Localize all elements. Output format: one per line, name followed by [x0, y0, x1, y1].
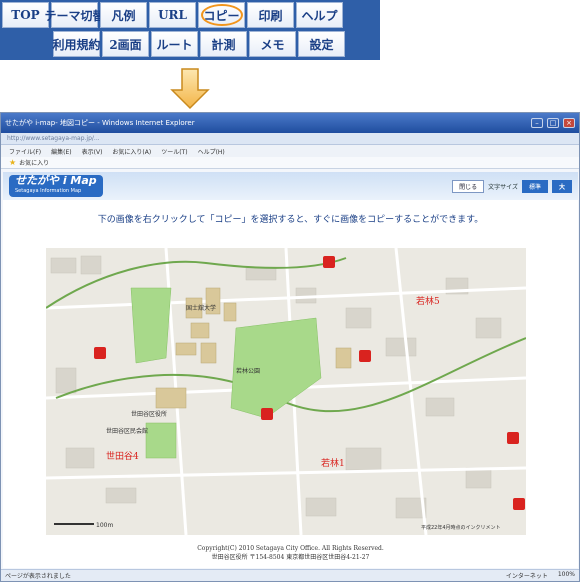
address-bar[interactable]: http://www.setagaya-map.jp/... — [1, 133, 579, 145]
web-page: せたがや i Map Setagaya Information Map 閉じる … — [3, 172, 578, 568]
map-note: 平成22年4月時点のインクリメント — [421, 524, 501, 531]
menu-tools[interactable]: ツール(T) — [161, 147, 187, 156]
menu-help[interactable]: ヘルプ(H) — [198, 147, 225, 156]
font-standard-button[interactable]: 標準 — [521, 179, 548, 193]
favorites-label[interactable]: お気に入り — [19, 158, 49, 167]
menu-edit[interactable]: 編集(E) — [51, 147, 71, 156]
browser-window: せたがや i-map- 地図コピー - Windows Internet Exp… — [0, 112, 580, 582]
menu-theme-button[interactable]: テーマ切替 — [45, 2, 105, 28]
header-controls: 閉じる 文字サイズ 標準 大 — [452, 179, 572, 193]
close-button[interactable]: 閉じる — [452, 179, 485, 193]
map-label-hall: 世田谷区民会館 — [106, 427, 148, 435]
menu-help-button[interactable]: ヘルプ — [296, 2, 343, 28]
menu-legend-button[interactable]: 凡例 — [100, 2, 147, 28]
font-large-button[interactable]: 大 — [551, 179, 572, 193]
map-label-kokushikan: 国士舘大学 — [186, 304, 216, 312]
font-size-label: 文字サイズ — [488, 183, 518, 191]
menu-print-button[interactable]: 印刷 — [247, 2, 294, 28]
logo-sub: Setagaya Information Map — [15, 188, 82, 194]
map-label-wakabayashi1: 若林1 — [321, 457, 345, 469]
browser-menubar: ファイル(F) 編集(E) 表示(V) お気に入り(A) ツール(T) ヘルプ(… — [1, 145, 579, 157]
menu-view[interactable]: 表示(V) — [82, 147, 103, 156]
site-footer: Copyright(C) 2010 Setagaya City Office. … — [3, 544, 578, 562]
menu-url-button[interactable]: URL — [149, 2, 196, 28]
scale-label: 100m — [96, 522, 113, 529]
copyright-text: Copyright(C) 2010 Setagaya City Office. … — [197, 545, 384, 552]
zoom-level[interactable]: 100% — [558, 571, 575, 580]
close-icon[interactable]: × — [563, 118, 575, 128]
menu-measure-button[interactable]: 計測 — [200, 31, 247, 57]
map-label-city-office: 世田谷区役所 — [131, 410, 167, 418]
down-arrow-icon — [170, 68, 210, 110]
favorites-bar: ★ お気に入り — [1, 157, 579, 169]
menu-settings-button[interactable]: 設定 — [298, 31, 345, 57]
menu-dual-screen-button[interactable]: 2画面 — [102, 31, 149, 57]
site-header: せたがや i Map Setagaya Information Map 閉じる … — [3, 172, 578, 200]
menu-row-2: 利用規約 2画面 ルート 計測 メモ 設定 — [53, 31, 345, 57]
menu-terms-button[interactable]: 利用規約 — [53, 31, 101, 57]
highlight-ring — [201, 4, 243, 26]
status-bar: ページが表示されました インターネット 100% — [1, 569, 579, 581]
menu-favorites[interactable]: お気に入り(A) — [112, 147, 151, 156]
window-title: せたがや i-map- 地図コピー - Windows Internet Exp… — [5, 119, 195, 127]
menu-route-button[interactable]: ルート — [151, 31, 198, 57]
minimize-icon[interactable]: – — [531, 118, 543, 128]
security-zone: インターネット — [505, 573, 548, 580]
status-right: インターネット 100% — [506, 571, 575, 580]
site-logo: せたがや i Map Setagaya Information Map — [9, 175, 103, 197]
menu-file[interactable]: ファイル(F) — [9, 147, 41, 156]
copy-instruction: 下の画像を右クリックして「コピー」を選択すると、すぐに画像をコピーすることができ… — [97, 215, 484, 225]
map-label-wakabayashi5: 若林5 — [416, 295, 440, 307]
menu-top-button[interactable]: TOP — [2, 2, 49, 28]
menu-memo-button[interactable]: メモ — [249, 31, 296, 57]
map-label-setagaya4: 世田谷4 — [106, 450, 139, 462]
status-text: ページが表示されました — [5, 573, 71, 580]
menu-copy-button[interactable]: コピー — [198, 2, 245, 28]
footer-address: 世田谷区役所 〒154-8504 東京都世田谷区世田谷4-21-27 — [211, 554, 370, 561]
map-image[interactable]: 国士舘大学 世田谷区役所 世田谷4 若林5 若林1 若林公園 世田谷区民会館 1… — [46, 248, 526, 535]
title-bar: せたがや i-map- 地図コピー - Windows Internet Exp… — [1, 113, 579, 133]
logo-main: せたがや i Map — [15, 174, 97, 187]
maximize-icon[interactable]: □ — [547, 118, 559, 128]
top-menu: TOP テーマ切替 凡例 URL コピー 印刷 ヘルプ 利用規約 2画面 ルート… — [0, 0, 380, 60]
map-label-park: 若林公園 — [236, 367, 260, 375]
menu-row-1: TOP テーマ切替 凡例 URL コピー 印刷 ヘルプ — [2, 2, 343, 28]
star-icon[interactable]: ★ — [9, 158, 16, 167]
